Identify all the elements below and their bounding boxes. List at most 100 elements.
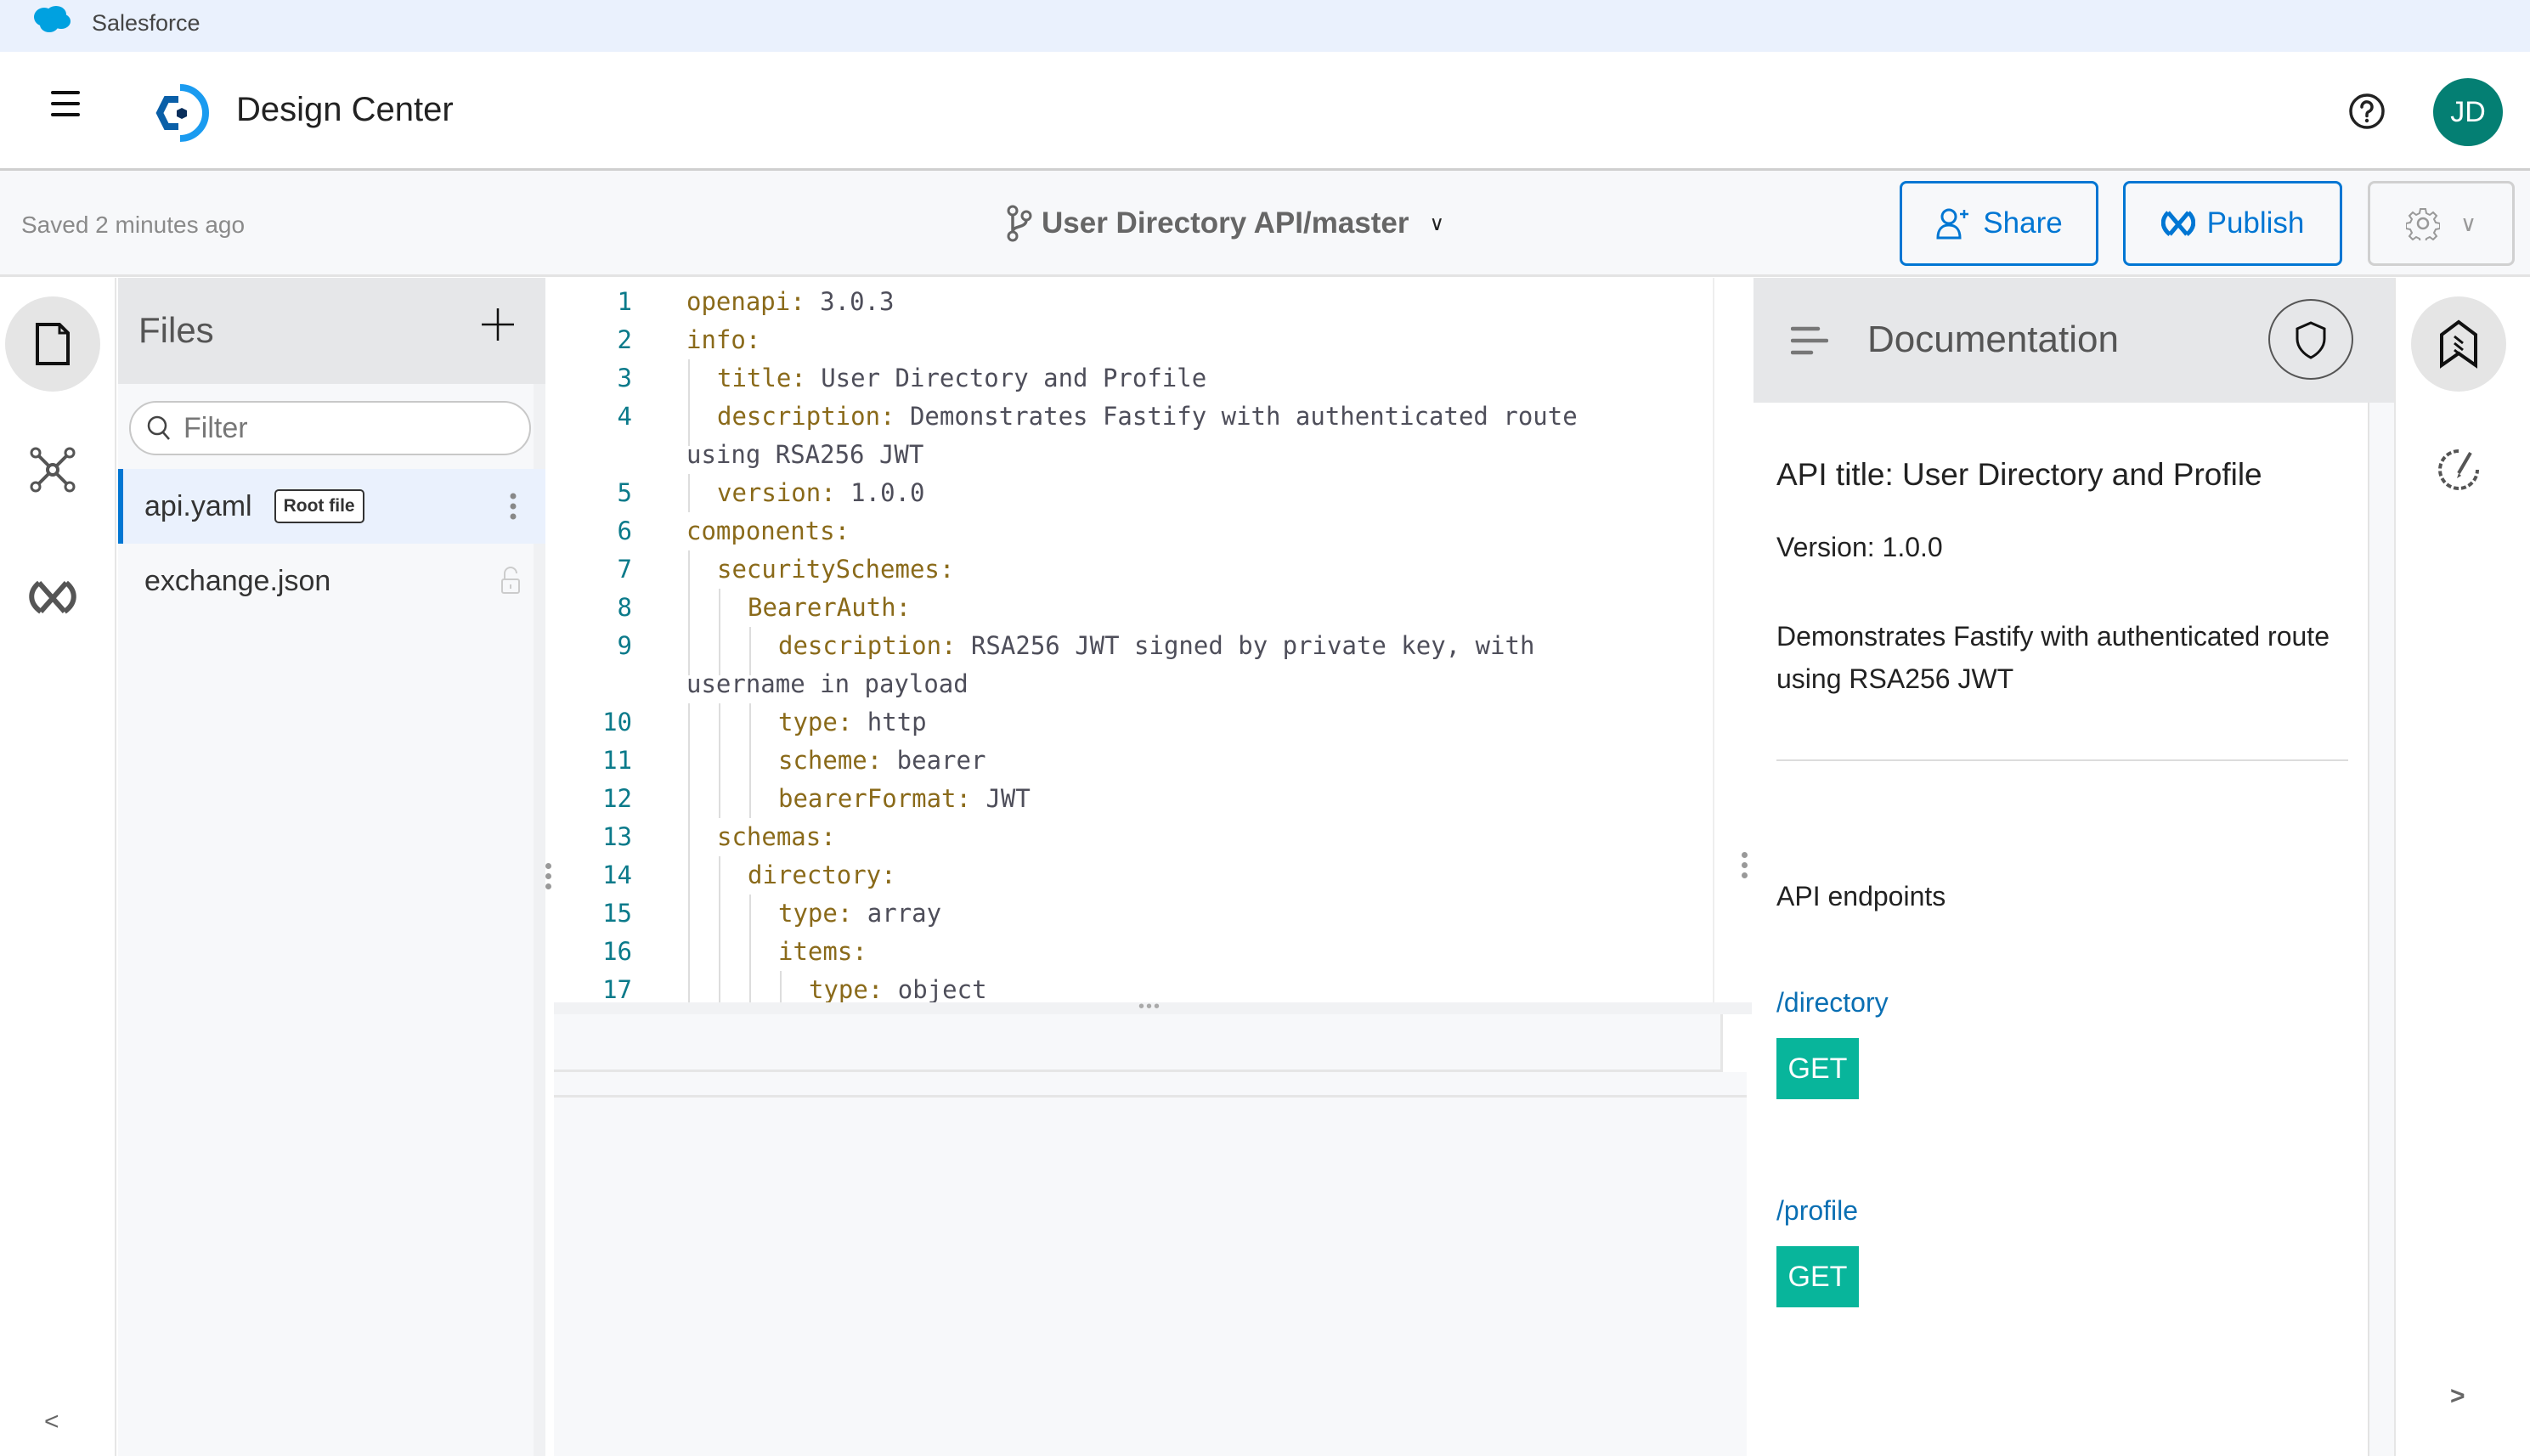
yaml-key: openapi: <box>686 287 805 316</box>
api-governance-nav-button[interactable] <box>2411 422 2506 517</box>
yaml-value: Demonstrates Fastify with authenticated … <box>895 402 1578 431</box>
files-panel-resize-handle[interactable] <box>545 863 554 897</box>
documentation-nav-button[interactable] <box>2411 296 2506 392</box>
code-line: 16 items: <box>554 933 1713 971</box>
endpoint-method-get[interactable]: GET <box>1776 1038 1859 1099</box>
indent-guide <box>688 589 690 627</box>
indent-guide <box>688 359 690 398</box>
save-status: Saved 2 minutes ago <box>21 212 246 238</box>
line-number: 13 <box>602 822 632 851</box>
code-line: 3 title: User Directory and Profile <box>554 359 1713 398</box>
menu-icon[interactable] <box>51 91 80 120</box>
line-number: 10 <box>602 708 632 736</box>
file-icon <box>36 323 70 365</box>
indent-guide <box>719 894 720 933</box>
shield-icon <box>2296 320 2326 359</box>
security-button[interactable] <box>2268 299 2353 380</box>
api-title: API title: User Directory and Profile <box>1776 457 2262 492</box>
share-button[interactable]: Share <box>1900 181 2098 266</box>
line-number: 4 <box>617 402 632 431</box>
app-title: Design Center <box>236 91 454 128</box>
indent-guide <box>688 550 690 589</box>
yaml-key: description: <box>717 402 895 431</box>
add-user-icon <box>1936 208 1969 240</box>
code-line: 4 description: Demonstrates Fastify with … <box>554 398 1713 436</box>
code-line-wrap: using RSA256 JWT <box>554 436 1713 474</box>
indent-guide <box>749 971 751 1002</box>
documentation-panel: Documentation API title: User Directory … <box>1753 278 2394 1456</box>
collapse-right-panel-button[interactable]: > <box>2450 1382 2465 1411</box>
code-editor[interactable]: 1 openapi: 3.0.3 2 info: 3 title: User Direct… <box>554 278 1714 1002</box>
yaml-value: username in payload <box>686 669 969 698</box>
line-number: 8 <box>617 593 632 622</box>
user-avatar[interactable]: JD <box>2433 78 2503 146</box>
editor-empty-area <box>554 1098 1747 1456</box>
chevron-down-icon: ∨ <box>1429 212 1445 235</box>
code-line: 14 directory: <box>554 856 1713 894</box>
api-version: Version: 1.0.0 <box>1776 532 1943 562</box>
file-name: api.yaml <box>144 489 252 522</box>
code-line: 17 type: object <box>554 971 1713 1002</box>
api-description: Demonstrates Fastify with authenticated … <box>1776 621 2330 694</box>
yaml-key: scheme: <box>778 746 883 775</box>
yaml-key: type: <box>778 708 853 736</box>
exchange-nav-button[interactable] <box>5 550 100 645</box>
yaml-value: JWT <box>970 784 1031 813</box>
branch-selector[interactable]: User Directory API/master ∨ <box>1006 205 1444 242</box>
settings-dropdown-button[interactable]: ∨ <box>2368 181 2515 266</box>
gear-icon <box>2405 208 2440 240</box>
files-panel-header: Files <box>118 278 545 384</box>
indent-guide <box>719 856 720 894</box>
network-nodes-icon <box>30 447 76 493</box>
line-number: 15 <box>602 899 632 928</box>
help-icon[interactable] <box>2346 91 2387 132</box>
indent-guide <box>719 589 720 627</box>
publish-exchange-icon <box>2160 211 2195 236</box>
console-footer <box>554 1072 1747 1098</box>
outline-menu-icon[interactable] <box>1791 325 1828 356</box>
yaml-key: directory: <box>748 861 896 889</box>
exchange-icon <box>29 580 76 614</box>
file-item-exchange-json[interactable]: exchange.json <box>118 544 545 618</box>
add-file-icon[interactable] <box>480 307 516 342</box>
files-title: Files <box>138 310 214 350</box>
file-filter-field[interactable] <box>129 401 531 455</box>
yaml-value: RSA256 JWT signed by private key, with <box>956 631 1535 660</box>
more-options-icon[interactable] <box>505 489 522 523</box>
indent-guide <box>719 971 720 1002</box>
line-number: 16 <box>602 937 632 966</box>
divider <box>1776 759 2348 761</box>
code-line: 8 BearerAuth: <box>554 589 1713 627</box>
line-number: 2 <box>617 325 632 354</box>
indent-guide <box>749 780 751 818</box>
indent-guide <box>749 627 751 665</box>
indent-guide <box>688 436 690 446</box>
docs-bookmark-icon <box>2440 319 2477 369</box>
collapse-left-panel-button[interactable]: < <box>44 1408 59 1436</box>
indent-guide <box>688 474 690 512</box>
endpoint-path-profile[interactable]: /profile <box>1776 1195 1858 1227</box>
console-panel <box>554 1014 1723 1072</box>
endpoint-path-directory[interactable]: /directory <box>1776 987 1889 1019</box>
indent-guide <box>688 933 690 971</box>
indent-guide <box>719 665 720 675</box>
publish-button[interactable]: Publish <box>2123 181 2342 266</box>
yaml-value: 1.0.0 <box>835 478 925 507</box>
yaml-key: items: <box>778 937 867 966</box>
indent-guide <box>719 627 720 665</box>
files-nav-button[interactable] <box>5 296 100 392</box>
filter-input[interactable] <box>184 411 506 445</box>
indent-guide <box>749 933 751 971</box>
chevron-down-icon: ∨ <box>2459 210 2477 236</box>
file-item-api-yaml[interactable]: api.yaml Root file <box>118 469 545 544</box>
line-number: 12 <box>602 784 632 813</box>
code-line: 2 info: <box>554 321 1713 359</box>
yaml-value: using RSA256 JWT <box>686 440 924 469</box>
endpoint-method-get[interactable]: GET <box>1776 1246 1859 1307</box>
api-graph-nav-button[interactable] <box>5 422 100 517</box>
yaml-value: array <box>852 899 942 928</box>
gear-pencil-icon <box>2438 449 2479 490</box>
indent-guide <box>688 856 690 894</box>
indent-guide <box>780 971 782 1002</box>
docs-panel-resize-handle[interactable] <box>1742 852 1753 886</box>
